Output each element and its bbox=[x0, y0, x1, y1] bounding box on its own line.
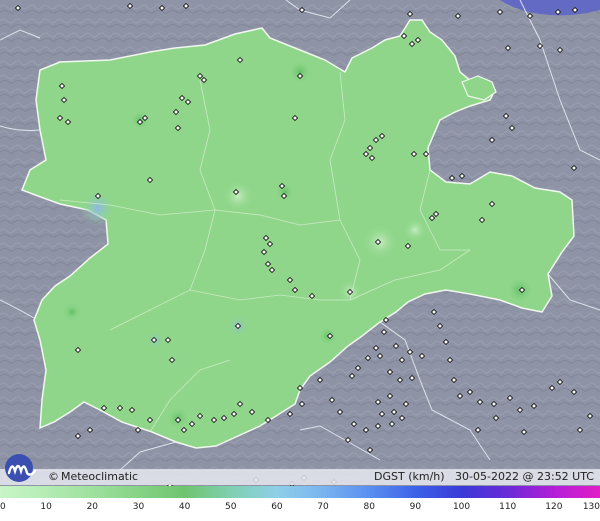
scale-tick-label: 60 bbox=[271, 502, 283, 512]
color-scale-ticks: 0 10 20 30 40 50 60 70 80 90 100 110 120 130 bbox=[0, 486, 600, 521]
map-info: DGST (km/h) 30-05-2022 @ 23:52 UTC bbox=[374, 470, 594, 483]
copyright-symbol: © bbox=[48, 470, 59, 483]
scale-tick-label: 100 bbox=[452, 502, 471, 512]
date-label: 30-05-2022 bbox=[455, 470, 519, 483]
scale-tick-label: 30 bbox=[132, 502, 145, 512]
wind-spot-light bbox=[403, 218, 427, 242]
map-canvas[interactable] bbox=[0, 0, 600, 521]
scale-tick-label: 20 bbox=[86, 502, 99, 512]
scale-tick-label: 70 bbox=[317, 502, 329, 512]
scale-tick-label: 0 bbox=[0, 502, 6, 512]
scale-tick-label: 50 bbox=[225, 502, 237, 512]
scale-tick-label: 40 bbox=[178, 502, 191, 512]
color-scale-legend: 0 10 20 30 40 50 60 70 80 90 100 110 120 130 bbox=[0, 486, 600, 521]
scale-tick-label: 90 bbox=[409, 502, 422, 512]
wind-spot-dark bbox=[288, 60, 312, 84]
wind-spot-dark bbox=[62, 302, 82, 322]
scale-tick-label: 110 bbox=[499, 502, 517, 512]
brand-name: Meteoclimatic bbox=[61, 470, 139, 483]
scale-tick-label: 130 bbox=[582, 502, 600, 512]
wind-spot-light bbox=[222, 180, 254, 212]
wind-spot-dark bbox=[275, 182, 295, 202]
variable-label: DGST (km/h) bbox=[374, 470, 445, 483]
scale-tick-label: 10 bbox=[40, 502, 52, 512]
scale-tick-label: 120 bbox=[545, 502, 563, 512]
time-label: 23:52 UTC bbox=[536, 470, 594, 483]
meteoclimatic-logo-icon bbox=[3, 451, 47, 483]
brand-text: © Meteoclimatic bbox=[48, 470, 138, 483]
scale-tick-label: 80 bbox=[363, 502, 375, 512]
at-symbol: @ bbox=[522, 470, 534, 483]
